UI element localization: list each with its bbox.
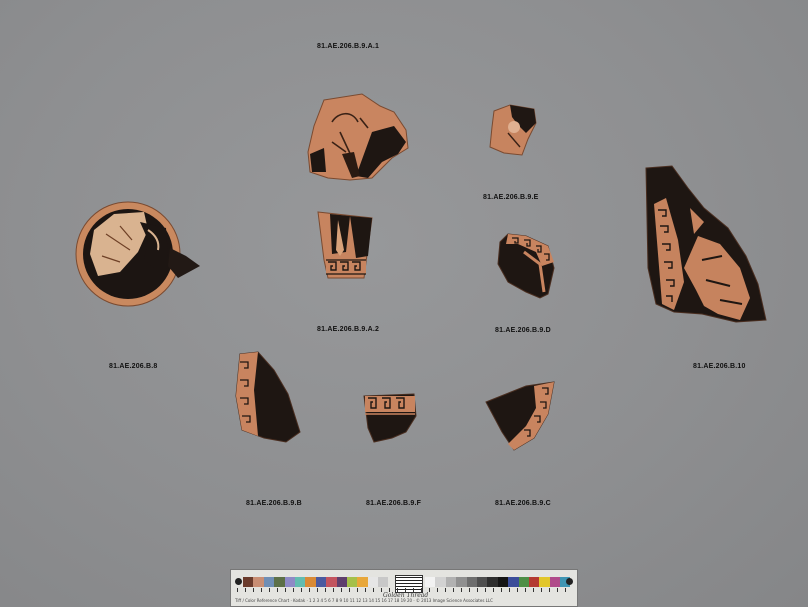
color-patch	[346, 577, 358, 587]
color-calibration-ruler: Golden Thread Tiff / Color Reference Cha…	[230, 569, 578, 607]
color-patch	[367, 577, 379, 587]
label-b10: 81.AE.206.B.10	[693, 363, 746, 370]
registration-dot-left	[235, 578, 242, 585]
color-patch	[518, 577, 529, 587]
color-patch	[378, 577, 389, 587]
label-b: 81.AE.206.B.9.B	[246, 500, 302, 507]
color-patch	[336, 577, 347, 587]
label-b8: 81.AE.206.B.8	[109, 363, 158, 370]
label-c: 81.AE.206.B.9.C	[495, 500, 551, 507]
sherd-d	[497, 233, 555, 299]
color-patch	[435, 577, 446, 587]
ruler-fine-print: Tiff / Color Reference Chart · Kodak · 1…	[235, 598, 493, 603]
sherd-f	[363, 393, 417, 443]
sherd-b	[235, 351, 301, 443]
color-patch	[466, 577, 477, 587]
sherd-e	[489, 104, 537, 156]
color-patch	[315, 577, 327, 587]
color-patch	[549, 577, 561, 587]
sherd-b8	[75, 201, 200, 307]
color-patch	[487, 577, 498, 587]
color-patch	[305, 577, 316, 587]
photo-scene: 81.AE.206.B.9.A.1 81.AE.206.B.9.E 81.AE.…	[0, 0, 808, 607]
color-patch	[497, 577, 509, 587]
color-patch	[357, 577, 368, 587]
color-patch	[263, 577, 275, 587]
color-patch	[539, 577, 550, 587]
label-d: 81.AE.206.B.9.D	[495, 327, 551, 334]
color-patch	[445, 577, 457, 587]
label-a2: 81.AE.206.B.9.A.2	[317, 326, 380, 333]
sherd-a2	[317, 211, 373, 279]
color-patch	[243, 577, 254, 587]
color-patch	[274, 577, 285, 587]
color-patch	[456, 577, 467, 587]
sherd-c	[485, 381, 555, 451]
label-e: 81.AE.206.B.9.E	[483, 194, 539, 201]
registration-dot-right	[566, 578, 573, 585]
sherd-b10	[645, 165, 767, 323]
label-f: 81.AE.206.B.9.F	[366, 500, 422, 507]
color-patches-right	[425, 577, 571, 587]
color-patch	[294, 577, 306, 587]
color-patch	[326, 577, 337, 587]
color-patch	[253, 577, 264, 587]
color-patches-left	[243, 577, 389, 587]
color-patch	[284, 577, 295, 587]
color-patch	[508, 577, 519, 587]
label-a1: 81.AE.206.B.9.A.1	[317, 43, 380, 50]
sherd-a1	[307, 93, 409, 181]
color-patch	[425, 577, 436, 587]
color-patch	[476, 577, 488, 587]
color-patch	[528, 577, 540, 587]
